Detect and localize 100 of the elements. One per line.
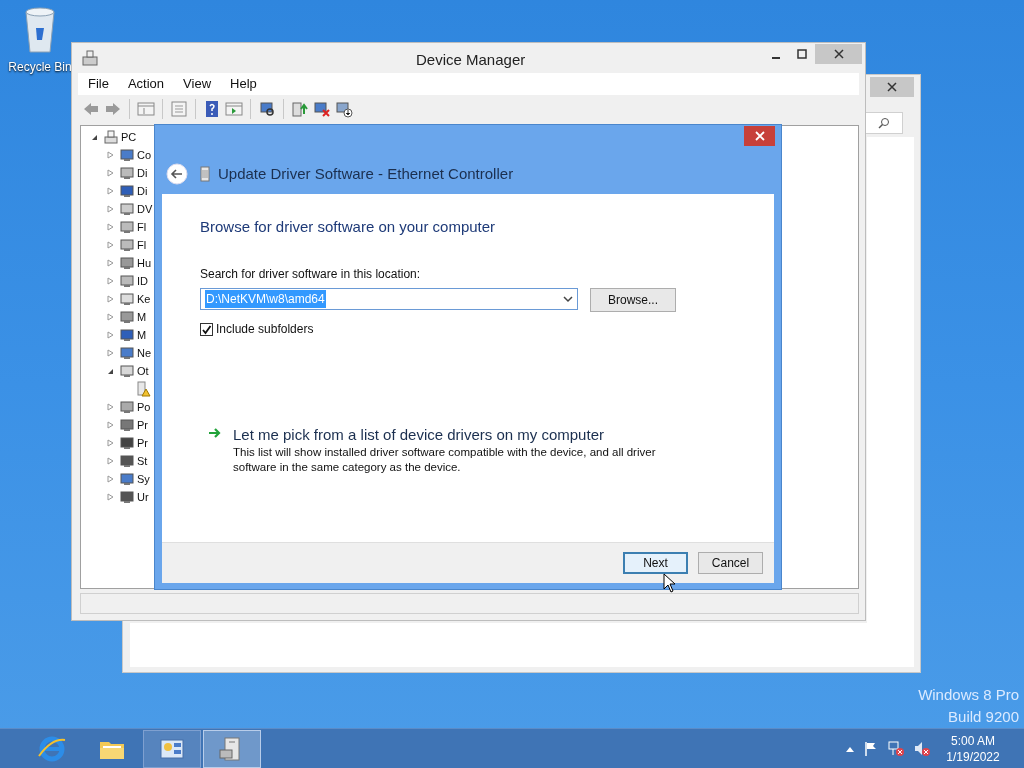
tree-item[interactable]: Ur [137,488,149,506]
close-icon [754,131,765,141]
dialog-button[interactable]: Next [623,552,688,574]
tree-item[interactable]: Co [137,146,152,164]
expand-arrow-icon[interactable] [107,421,114,429]
menu-item[interactable]: Action [127,74,165,94]
expand-arrow-icon[interactable] [107,259,114,267]
back-button[interactable] [166,163,188,186]
expand-arrow-icon[interactable] [107,151,114,159]
expand-arrow-icon[interactable] [107,493,114,501]
device-icon[interactable] [119,255,135,271]
expand-arrow-icon[interactable] [107,295,114,303]
close-button[interactable] [744,126,775,146]
device-icon[interactable] [119,219,135,235]
device-icon[interactable] [119,183,135,199]
search-field[interactable] [865,112,903,134]
tree-item[interactable]: PC [121,128,137,146]
back-arrow-icon[interactable] [82,100,100,118]
disable-device-icon[interactable] [313,100,331,118]
expand-arrow-icon[interactable] [107,241,114,249]
network-error-icon[interactable] [887,741,905,757]
tree-item[interactable]: M [137,308,147,326]
expand-arrow-icon[interactable] [107,223,114,231]
expand-arrow-icon[interactable] [107,439,114,447]
menu-item[interactable]: Help [230,74,257,94]
uninstall-device-icon[interactable] [335,100,353,118]
tree-item[interactable]: Sy [137,470,150,488]
device-icon[interactable] [119,237,135,253]
device-icon[interactable] [119,417,135,433]
computer-icon[interactable] [103,129,119,145]
help-icon[interactable] [203,100,221,118]
device-icon[interactable] [119,327,135,343]
update-driver-icon[interactable] [291,100,309,118]
expand-arrow-icon[interactable] [107,349,114,357]
clock-date: 1/19/2022 [946,749,1000,765]
expand-arrow-icon[interactable] [107,277,114,285]
pane-icon[interactable] [137,100,155,118]
network-card-icon [200,166,210,183]
menu-item[interactable]: View [183,74,212,94]
device-icon[interactable] [119,399,135,415]
forward-arrow-icon[interactable] [104,100,122,118]
speaker-muted-icon[interactable] [913,741,931,757]
expand-arrow-icon[interactable] [107,187,114,195]
tree-item[interactable]: DV [137,200,153,218]
device-icon[interactable] [119,291,135,307]
device-icon[interactable] [119,471,135,487]
flag-icon[interactable] [863,741,879,757]
tree-item[interactable]: Ne [137,344,152,362]
tree-item[interactable]: Di [137,164,148,182]
computer-icon [81,50,99,66]
expand-arrow-icon[interactable] [107,403,114,411]
dialog-button[interactable]: Cancel [698,552,763,574]
expand-arrow-icon[interactable] [107,457,114,465]
tree-item[interactable]: Pr [137,416,148,434]
device-icon[interactable] [119,147,135,163]
recycle-bin-icon[interactable] [22,6,58,54]
tree-item[interactable]: Po [137,398,151,416]
device-icon[interactable] [119,345,135,361]
device-icon[interactable] [119,489,135,505]
checkbox-label: Include subfolders [216,321,314,338]
collapse-arrow-icon[interactable] [91,133,98,141]
expand-arrow-icon[interactable] [107,205,114,213]
device-icon[interactable] [119,363,135,379]
dialog-title: Update Driver Software - Ethernet Controller [218,164,514,184]
tree-item[interactable]: Pr [137,434,148,452]
os-version-text: Windows 8 Pro [918,685,1019,705]
expand-arrow-icon[interactable] [107,313,114,321]
tree-item[interactable]: Ke [137,290,151,308]
menu-item[interactable]: File [88,74,109,94]
device-icon[interactable] [119,273,135,289]
play-pane-icon[interactable] [225,100,243,118]
collapse-arrow-icon[interactable] [107,367,114,375]
device-icon[interactable] [119,201,135,217]
taskbar-button[interactable] [143,730,201,768]
tree-item[interactable]: Ot [137,362,149,380]
pick-driver-link[interactable]: Let me pick from a list of device drivers on my computer [233,424,604,447]
checkbox[interactable] [200,322,213,336]
maximize-icon [797,49,807,59]
expand-arrow-icon[interactable] [107,475,114,483]
tree-item[interactable]: Fl [137,236,147,254]
close-button[interactable] [870,77,914,97]
tree-item[interactable]: Di [137,182,148,200]
tree-item[interactable]: Fl [137,218,147,236]
show-hidden-icons-button[interactable] [845,745,855,753]
device-icon[interactable] [119,435,135,451]
tree-item[interactable]: M [137,326,147,344]
clock[interactable]: 5:00 AM 1/19/2022 [940,733,1006,765]
scan-hardware-icon[interactable] [258,100,276,118]
tree-item[interactable]: St [137,452,148,470]
tree-item[interactable]: Hu [137,254,152,272]
tree-item[interactable]: ID [137,272,148,290]
desktop-icon-label: Recycle Bin [8,59,72,76]
device-icon[interactable] [119,309,135,325]
device-icon[interactable] [119,453,135,469]
browse-button[interactable]: Browse... [590,288,676,312]
device-icon[interactable] [119,165,135,181]
expand-arrow-icon[interactable] [107,169,114,177]
close-button[interactable] [815,44,862,64]
expand-arrow-icon[interactable] [107,331,114,339]
taskbar-button[interactable] [203,730,261,768]
